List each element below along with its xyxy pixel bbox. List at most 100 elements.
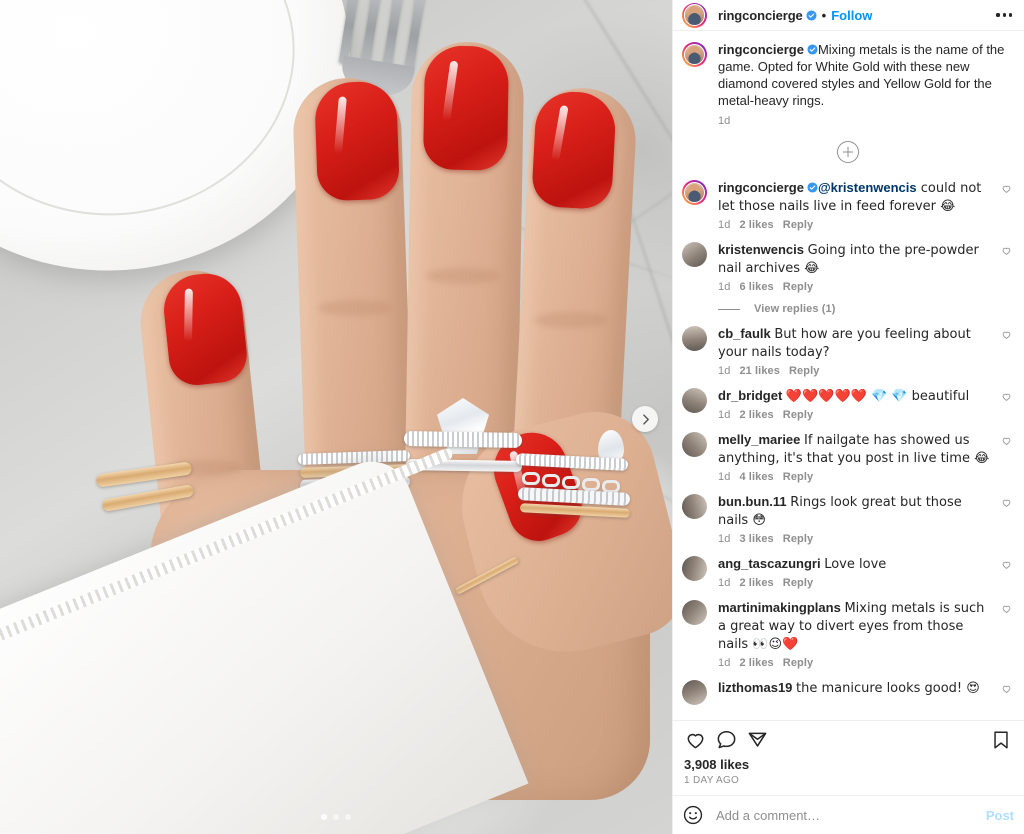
avatar[interactable] (682, 326, 707, 351)
comment-like-button[interactable] (1001, 391, 1014, 421)
comment-button[interactable] (715, 728, 746, 751)
avatar[interactable] (682, 494, 707, 519)
comment-likes[interactable]: 2 likes (739, 577, 773, 589)
comment-likes[interactable]: 2 likes (739, 657, 773, 669)
comment-like-button[interactable] (1001, 435, 1014, 483)
avatar[interactable] (682, 2, 707, 28)
avatar[interactable] (682, 42, 707, 67)
comment-input[interactable] (716, 807, 978, 823)
comment-username[interactable]: lizthomas19 (718, 680, 792, 695)
comment-reply-button[interactable]: Reply (783, 533, 813, 545)
carousel-next-button[interactable] (632, 406, 658, 432)
comment-meta: 1d 2 likes Reply (718, 657, 993, 669)
comment-like-button[interactable] (1001, 183, 1014, 231)
comment-time: 1d (718, 577, 731, 589)
chain-link (562, 476, 580, 489)
like-button[interactable] (682, 728, 715, 751)
carousel-dot[interactable] (321, 814, 327, 820)
caption-timestamp: 1d (718, 115, 731, 127)
comment-reply-button[interactable]: Reply (783, 657, 813, 669)
comment-username[interactable]: ringconcierge (718, 180, 804, 195)
comment-reply-button[interactable]: Reply (783, 409, 813, 421)
post-comment-button[interactable]: Post (978, 808, 1014, 823)
comment-item: melly_mariee If nailgate has showed us a… (682, 421, 1014, 483)
avatar[interactable] (682, 388, 707, 413)
heart-icon (1002, 437, 1011, 445)
post-header: ringconcierge • Follow (673, 0, 1024, 31)
comment-text: ❤️❤️❤️❤️❤️ 💎 💎 beautiful (785, 389, 970, 404)
comment-username[interactable]: kristenwencis (718, 242, 804, 257)
fingernail (531, 89, 617, 211)
header-username[interactable]: ringconcierge (718, 8, 803, 23)
heart-icon (1002, 247, 1011, 255)
smiley-icon (683, 805, 703, 825)
comment-item: lizthomas19 the manicure looks good! 😍 (682, 669, 1014, 705)
comment-username[interactable]: dr_bridget (718, 388, 782, 403)
heart-icon (1002, 331, 1011, 339)
chain-link (542, 474, 560, 487)
avatar[interactable] (682, 556, 707, 581)
comment-reply-button[interactable]: Reply (783, 577, 813, 589)
carousel-dot[interactable] (345, 814, 351, 820)
comment-username[interactable]: bun.bun.11 (718, 494, 787, 509)
comment-like-button[interactable] (1001, 603, 1014, 669)
save-button[interactable] (990, 729, 1014, 751)
comment-likes[interactable]: 3 likes (739, 533, 773, 545)
chevron-right-icon (642, 413, 649, 425)
comment-time: 1d (718, 471, 731, 483)
avatar[interactable] (682, 600, 707, 625)
follow-button[interactable]: Follow (831, 8, 872, 23)
comment-username[interactable]: ang_tascazungri (718, 556, 821, 571)
comment-icon (717, 730, 736, 749)
share-button[interactable] (746, 728, 777, 751)
verified-icon (807, 44, 818, 55)
more-options-icon[interactable] (994, 7, 1014, 22)
comment-reply-button[interactable]: Reply (783, 281, 813, 293)
avatar[interactable] (682, 242, 707, 267)
comment-meta: 1d 4 likes Reply (718, 471, 993, 483)
comments-scroll-area[interactable]: ringconcierge Mixing metals is the name o… (673, 31, 1024, 720)
baguette-eternity-ring (403, 430, 523, 449)
comment-item: martinimakingplans Mixing metals is such… (682, 589, 1014, 669)
comment-like-button[interactable] (1001, 329, 1014, 377)
comment-likes[interactable]: 2 likes (739, 219, 773, 231)
plus-icon[interactable] (837, 141, 859, 163)
comment-mention[interactable]: @kristenwencis (818, 180, 917, 195)
verified-icon (806, 9, 817, 21)
comment-meta: 1d 21 likes Reply (718, 365, 993, 377)
comment-time: 1d (718, 533, 731, 545)
chain-link (522, 472, 540, 485)
heart-icon (1002, 605, 1011, 613)
comment-reply-button[interactable]: Reply (789, 365, 819, 377)
comment-username[interactable]: cb_faulk (718, 326, 771, 341)
comment-likes[interactable]: 2 likes (739, 409, 773, 421)
comment-like-button[interactable] (1001, 497, 1014, 545)
carousel-dot[interactable] (333, 814, 339, 820)
comment-like-button[interactable] (1001, 245, 1014, 293)
comment-likes[interactable]: 4 likes (739, 471, 773, 483)
comment-like-button[interactable] (1001, 559, 1014, 589)
comment-likes[interactable]: 6 likes (739, 281, 773, 293)
likes-count[interactable]: 3,908 likes (682, 757, 1014, 772)
comment-username[interactable]: martinimakingplans (718, 600, 841, 615)
comment-reply-button[interactable]: Reply (783, 471, 813, 483)
header-separator: • (821, 7, 827, 23)
emoji-picker-button[interactable] (682, 804, 704, 826)
avatar[interactable] (682, 180, 707, 205)
caption-username[interactable]: ringconcierge (718, 42, 804, 57)
comment-likes[interactable]: 21 likes (739, 365, 780, 377)
comment-username[interactable]: melly_mariee (718, 432, 800, 447)
view-replies-button[interactable]: View replies (1) (718, 303, 1014, 315)
comment-meta: 1d 3 likes Reply (718, 533, 993, 545)
fingernail (313, 80, 401, 202)
avatar[interactable] (682, 680, 707, 705)
post-media[interactable] (0, 0, 672, 834)
comment-item: dr_bridget ❤️❤️❤️❤️❤️ 💎 💎 beautiful 1d 2 l… (682, 377, 1014, 421)
comment-time: 1d (718, 657, 731, 669)
comment-reply-button[interactable]: Reply (783, 219, 813, 231)
comment-item: bun.bun.11 Rings look great but those na… (682, 483, 1014, 545)
load-more-comments-button[interactable] (682, 127, 1014, 169)
share-icon (748, 732, 767, 747)
comment-like-button[interactable] (1001, 683, 1014, 705)
avatar[interactable] (682, 432, 707, 457)
